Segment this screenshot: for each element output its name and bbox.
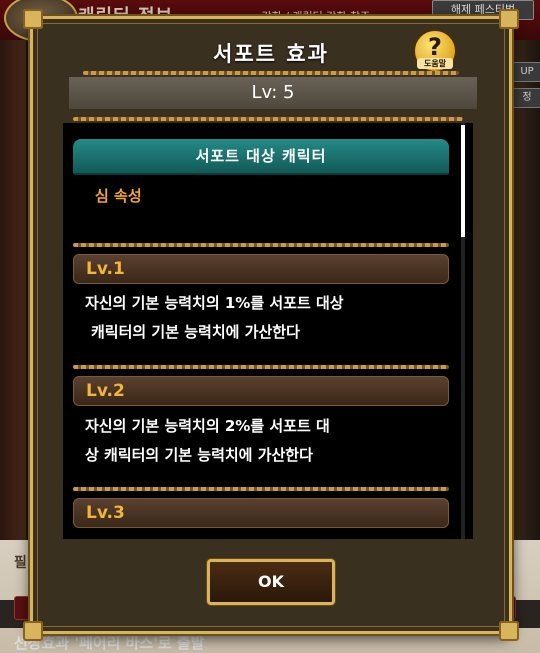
support-target-header: 서포트 대상 캐릭터: [73, 139, 449, 175]
level-description-line: 자신의 기본 능력치의 1%를 서포트 대상: [85, 294, 344, 312]
rope-divider: [83, 71, 459, 75]
target-attribute: 심 속성: [95, 187, 142, 205]
corner-ornament: [499, 9, 519, 29]
effect-list-panel[interactable]: 서포트 대상 캐릭터 심 속성 Lv.1 자신의 기본 능력치의 1%를 서포트…: [63, 123, 473, 539]
right-tag[interactable]: 정: [512, 88, 540, 108]
level-header: Lv.2: [73, 376, 449, 406]
level-display: Lv: 5: [69, 77, 477, 109]
level-description-line: 자신의 기본 능력치의 2%를 서포트 대: [85, 417, 330, 435]
corner-ornament: [23, 621, 43, 641]
scrollbar-thumb[interactable]: [461, 125, 465, 237]
rope-divider: [73, 117, 463, 121]
support-effect-dialog: 서포트 효과 ? 도움말 Lv: 5 서포트 대상 캐릭터 심 속성 Lv.1 …: [23, 9, 519, 641]
rope-divider: [73, 243, 449, 247]
ok-button[interactable]: OK: [207, 559, 335, 605]
right-tag-up[interactable]: UP: [512, 62, 540, 82]
corner-ornament: [23, 9, 43, 29]
level-header: Lv.1: [73, 254, 449, 284]
help-label: 도움말: [417, 58, 453, 69]
level-description-line: 상 캐릭터의 기본 능력치에 가산한다: [85, 446, 313, 464]
background-left: [0, 40, 26, 560]
level-header: Lv.3: [73, 498, 449, 528]
background-right: [514, 40, 540, 560]
help-button[interactable]: ? 도움말: [413, 29, 457, 73]
scrollbar[interactable]: [461, 123, 465, 539]
rope-divider: [73, 365, 449, 369]
corner-ornament: [499, 621, 519, 641]
bottom-label: 필: [14, 555, 27, 571]
rope-divider: [73, 487, 449, 491]
level-description-line: 캐릭터의 기본 능력치에 가산한다: [91, 323, 300, 341]
